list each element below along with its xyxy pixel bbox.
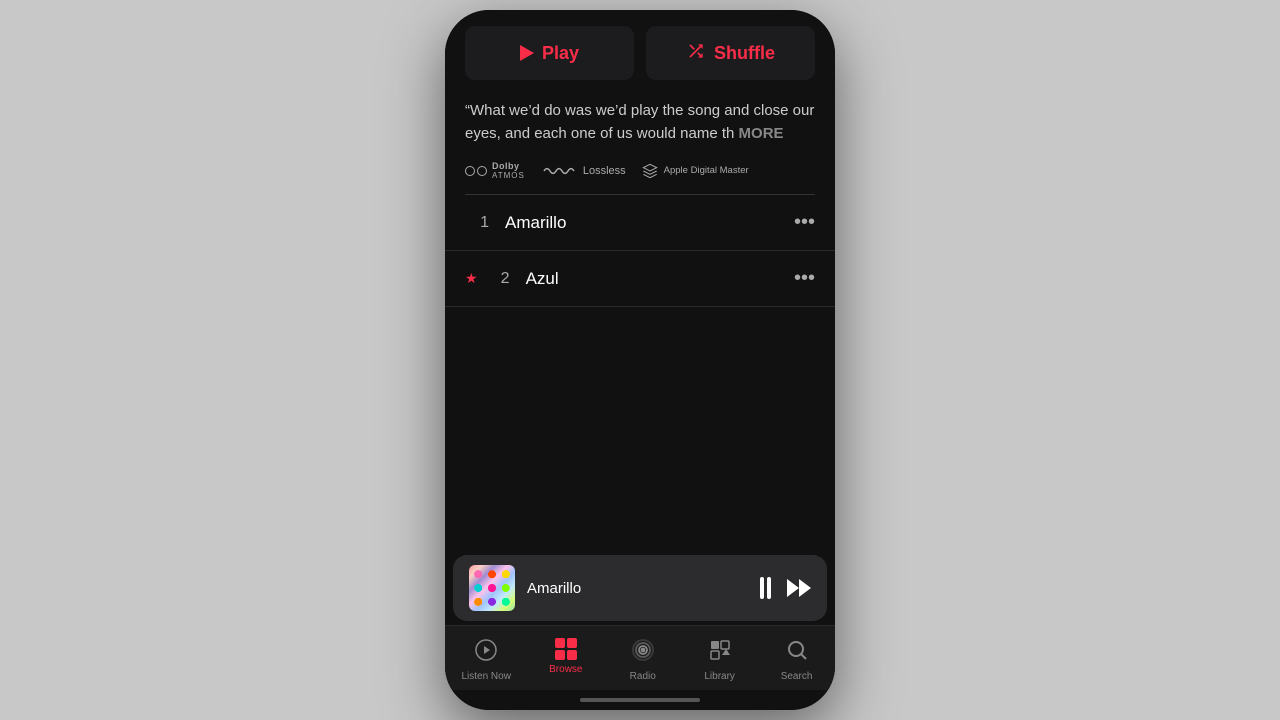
dolby-badge: Dolby ATMOS: [465, 161, 525, 180]
radio-icon: [631, 638, 655, 667]
pause-button[interactable]: [760, 577, 771, 599]
library-icon: [708, 638, 732, 667]
track-more-button-1[interactable]: •••: [794, 211, 815, 234]
now-playing-bar[interactable]: Amarillo: [453, 555, 827, 621]
lossless-label: Lossless: [583, 165, 626, 177]
tab-library[interactable]: Library: [690, 634, 750, 686]
tab-library-label: Library: [704, 671, 735, 682]
track-item-2: ★ 2 Azul •••: [445, 251, 835, 307]
tab-bar: Listen Now Browse: [445, 625, 835, 690]
shuffle-label: Shuffle: [714, 43, 775, 64]
badges-section: Dolby ATMOS Lossless Apple Digital Maste…: [445, 157, 835, 194]
album-art: [469, 565, 515, 611]
album-art-image: [469, 565, 515, 611]
tab-radio[interactable]: Radio: [613, 634, 673, 686]
phone-content: Play Shuffle “What we’d do was we’d play…: [445, 10, 835, 710]
tab-listen-now-label: Listen Now: [461, 671, 510, 682]
more-button[interactable]: MORE: [739, 125, 784, 142]
track-number-1: 1: [465, 214, 489, 232]
quote-section: “What we’d do was we’d play the song and…: [445, 92, 835, 157]
listen-now-icon: [474, 638, 498, 667]
play-label: Play: [542, 43, 579, 64]
search-icon: [785, 638, 809, 667]
shuffle-icon: [686, 41, 706, 66]
lossless-badge: Lossless: [541, 163, 626, 179]
tab-browse-label: Browse: [549, 664, 582, 675]
track-title-1[interactable]: Amarillo: [505, 213, 794, 233]
phone-frame: Play Shuffle “What we’d do was we’d play…: [445, 10, 835, 710]
tab-browse[interactable]: Browse: [536, 634, 596, 679]
track-more-button-2[interactable]: •••: [794, 267, 815, 290]
tab-search-label: Search: [781, 671, 813, 682]
home-bar: [580, 698, 700, 702]
track-item: 1 Amarillo •••: [445, 195, 835, 251]
track-title-2[interactable]: Azul: [526, 269, 794, 289]
shuffle-button[interactable]: Shuffle: [646, 26, 815, 80]
track-number-2: 2: [486, 270, 510, 288]
tab-search[interactable]: Search: [767, 634, 827, 686]
play-icon: [520, 45, 534, 61]
adm-label: Apple Digital Master: [664, 165, 749, 176]
tab-radio-label: Radio: [630, 671, 656, 682]
adm-badge: Apple Digital Master: [642, 163, 749, 179]
top-buttons-area: Play Shuffle: [445, 10, 835, 92]
tab-listen-now[interactable]: Listen Now: [453, 634, 518, 686]
track-list: 1 Amarillo ••• ★ 2 Azul •••: [445, 195, 835, 551]
track-star-icon: ★: [465, 270, 478, 287]
now-playing-controls: [760, 577, 811, 599]
play-button[interactable]: Play: [465, 26, 634, 80]
home-indicator: [445, 690, 835, 710]
pause-icon: [760, 577, 771, 599]
skip-forward-button[interactable]: [787, 579, 811, 597]
now-playing-title: Amarillo: [527, 580, 748, 597]
skip-forward-icon: [787, 579, 811, 597]
browse-icon: [555, 638, 577, 660]
dolby-icon: [465, 166, 487, 176]
